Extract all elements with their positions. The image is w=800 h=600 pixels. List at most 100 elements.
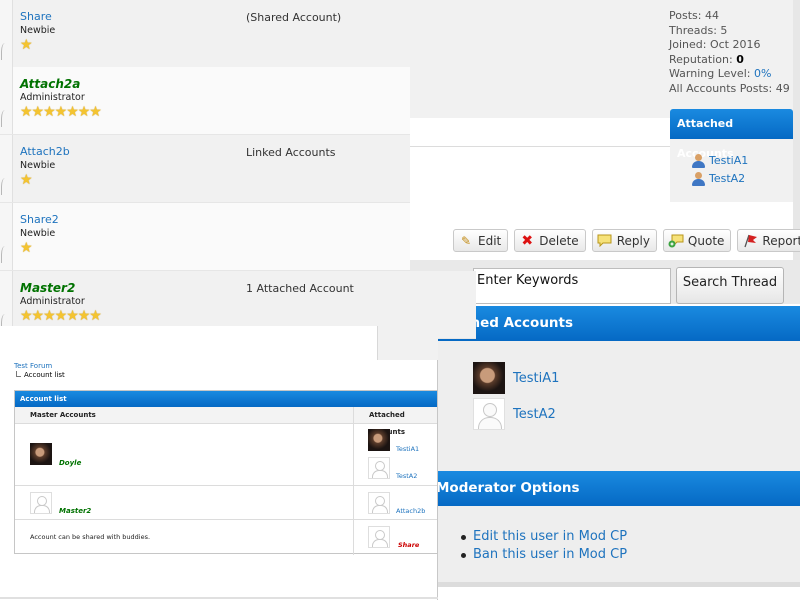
col-attached-accounts: Attached Accounts <box>354 407 437 436</box>
report-button[interactable]: Report <box>737 229 800 252</box>
rank-stars: ★ <box>20 172 33 188</box>
account-role: Newbie <box>20 25 56 36</box>
background-strip <box>377 326 438 360</box>
attached-account-link[interactable]: TestiA1 <box>709 152 748 170</box>
attached-accounts-list: TestiA1 TestA2 <box>691 152 748 188</box>
rank-stars: ★★★★★★★ <box>20 104 102 120</box>
breadcrumb-root-link[interactable]: Test Forum <box>14 362 52 370</box>
search-thread-button[interactable]: Search Thread <box>676 267 784 304</box>
delete-button[interactable]: ✖ Delete <box>514 229 586 252</box>
breadcrumb: Test Forum Account list <box>14 362 65 380</box>
warning-value-link[interactable]: 0% <box>754 67 771 80</box>
default-avatar-icon <box>368 457 390 479</box>
reputation-value[interactable]: 0 <box>736 53 744 66</box>
profile-attached-accounts-header: Attached Accounts <box>427 306 800 341</box>
flag-icon <box>742 233 758 249</box>
breadcrumb-current: Account list <box>14 371 65 380</box>
quote-bubble-icon <box>668 233 684 249</box>
account-role: Administrator <box>20 296 85 307</box>
master-account-link[interactable]: Doyle <box>59 459 81 467</box>
column-divider <box>353 407 354 555</box>
profile-panel: Attached Accounts TestiA1 TestA2 Moderat… <box>426 304 800 600</box>
account-role: Administrator <box>20 92 85 103</box>
profile-attached-link[interactable]: TestA2 <box>513 407 556 422</box>
stat-posts: Posts: 44 <box>669 9 719 22</box>
profile-attached-list: TestiA1 TestA2 <box>473 360 559 432</box>
moderator-option-item: Edit this user in Mod CP <box>461 528 627 546</box>
shared-account-link[interactable]: Share <box>398 541 419 549</box>
default-avatar-icon <box>368 492 390 514</box>
attached-account-link[interactable]: TestiA1 <box>396 445 419 453</box>
pencil-icon: ✎ <box>460 233 472 248</box>
reply-label: Reply <box>616 233 650 248</box>
rank-stars: ★ <box>20 240 33 256</box>
account-role: Newbie <box>20 228 56 239</box>
moderator-options-title: Moderator Options <box>436 480 580 496</box>
col-master-accounts: Master Accounts <box>15 407 353 424</box>
stat-threads: Threads: 5 <box>669 23 728 37</box>
attached-account-count-link[interactable]: 1 Attached Account <box>246 282 354 295</box>
moderator-options-list: Edit this user in Mod CP Ban this user i… <box>461 528 627 564</box>
quote-label: Quote <box>687 233 725 248</box>
default-avatar-icon <box>473 398 505 430</box>
account-name-link[interactable]: Share <box>20 10 52 23</box>
account-row: Share Newbie ★ (Shared Account) <box>0 0 410 68</box>
accounts-panel: Share Newbie ★ (Shared Account) Attach2a… <box>0 0 476 340</box>
user-icon <box>691 172 706 186</box>
avatar <box>473 362 505 394</box>
account-row: Attach2b Newbie ★ Linked Accounts <box>0 135 410 203</box>
panel-bottom-edge <box>427 582 800 587</box>
stat-joined: Joined: Oct 2016 <box>669 38 761 51</box>
attached-account-item[interactable]: TestiA1 <box>691 152 748 170</box>
default-avatar-icon <box>368 526 390 548</box>
user-icon <box>691 154 706 168</box>
attached-account-link[interactable]: Attach2b <box>396 507 425 515</box>
attached-account-link[interactable]: TestA2 <box>396 472 417 480</box>
account-name-link[interactable]: Attach2a <box>20 77 80 91</box>
search-keywords-input[interactable]: Enter Keywords <box>473 268 671 304</box>
moderator-options-header: Moderator Options <box>427 471 800 506</box>
ban-in-modcp-link[interactable]: Ban this user in Mod CP <box>473 546 627 564</box>
attached-account-item[interactable]: TestA2 <box>691 170 748 188</box>
linked-accounts-link[interactable]: Linked Accounts <box>246 146 336 159</box>
account-row: Share2 Newbie ★ <box>0 203 410 271</box>
reply-button[interactable]: Reply <box>591 229 657 252</box>
rank-stars: ★ <box>20 37 33 53</box>
warning-label: Warning Level: <box>669 67 751 80</box>
page-edge <box>793 0 800 260</box>
delete-label: Delete <box>539 233 579 248</box>
screenshot-collage: Posts: 44 Threads: 5 Joined: Oct 2016 Re… <box>0 0 800 600</box>
avatar <box>368 429 390 451</box>
post-divider <box>408 146 670 147</box>
account-list-page: Test Forum Account list Account list Mas… <box>0 326 438 600</box>
moderator-option-item: Ban this user in Mod CP <box>461 546 627 564</box>
speech-bubble-icon <box>597 233 613 249</box>
account-name-link[interactable]: Share2 <box>20 213 59 226</box>
profile-attached-link[interactable]: TestiA1 <box>513 371 559 386</box>
row-edge <box>0 135 13 202</box>
row-edge <box>0 0 13 67</box>
account-row: Attach2a Administrator ★★★★★★★ <box>0 67 410 135</box>
edit-label: Edit <box>478 233 502 248</box>
edit-in-modcp-link[interactable]: Edit this user in Mod CP <box>473 528 627 546</box>
rank-stars: ★★★★★★★ <box>20 308 102 324</box>
profile-attached-item[interactable]: TestiA1 <box>473 360 559 396</box>
edit-button[interactable]: ✎ Edit <box>453 229 509 252</box>
attached-accounts-title: Attached Accounts <box>670 109 793 160</box>
quote-button[interactable]: Quote <box>662 229 732 252</box>
account-list-title: Account list <box>15 391 437 407</box>
row-edge <box>0 203 13 270</box>
post-action-buttons: ✎ Edit ✖ Delete Reply Quote Report <box>453 229 800 252</box>
master-account-link[interactable]: Master2 <box>59 507 91 515</box>
post-panel: Posts: 44 Threads: 5 Joined: Oct 2016 Re… <box>408 0 800 260</box>
account-name-link[interactable]: Attach2b <box>20 145 70 158</box>
stat-warning: Warning Level: 0% <box>669 67 790 82</box>
profile-attached-item[interactable]: TestA2 <box>473 396 559 432</box>
account-info: (Shared Account) <box>246 11 342 24</box>
account-name-link[interactable]: Master2 <box>20 281 75 295</box>
row-edge <box>0 67 13 134</box>
shared-account-note: Account can be shared with buddies. <box>30 533 151 541</box>
page-bottom-edge <box>0 597 438 599</box>
reputation-label: Reputation: <box>669 52 733 66</box>
attached-account-link[interactable]: TestA2 <box>709 170 745 188</box>
